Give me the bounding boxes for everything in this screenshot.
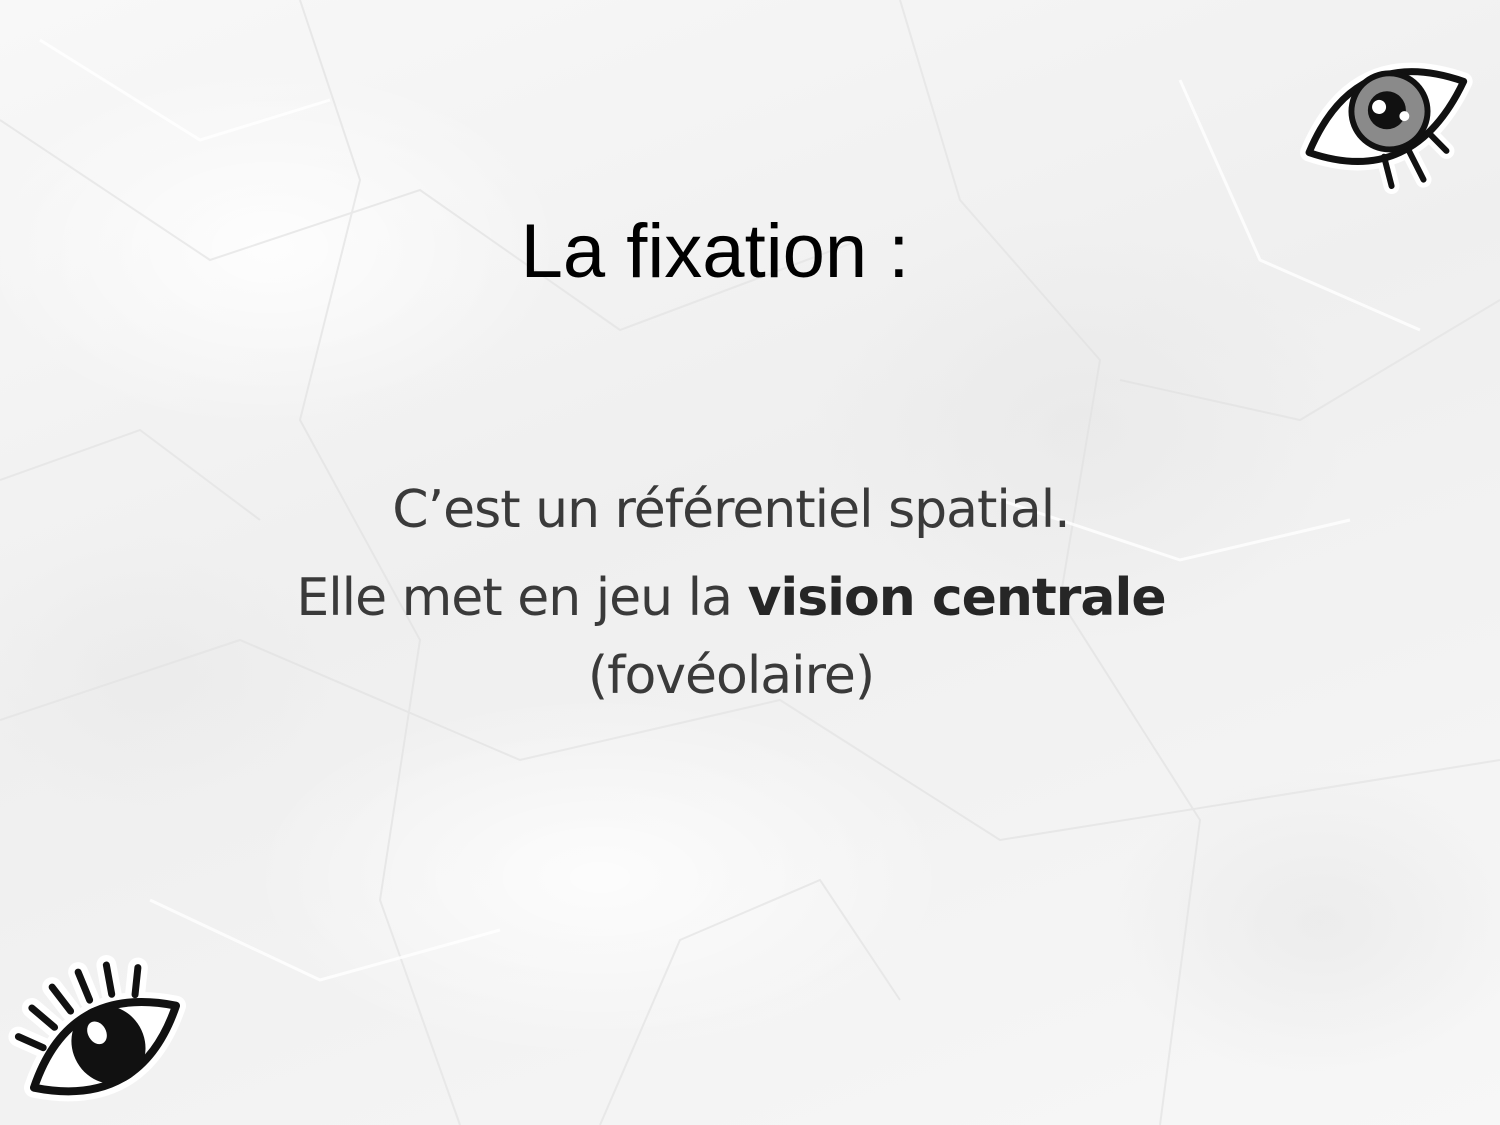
emphasis-vision-centrale: vision centrale	[747, 568, 1166, 628]
eye-sticker-icon	[1300, 62, 1473, 194]
body-line-1: C’est un référentiel spatial.	[392, 480, 1070, 540]
body-line-3: (fovéolaire)	[587, 646, 875, 706]
body-line-2: Elle met en jeu la vision centrale	[0, 554, 1462, 642]
slide: { "slide": { "title": "La fixation :", "…	[0, 0, 1500, 1125]
eyelash-eye-sticker-icon	[8, 955, 187, 1102]
slide-title: La fixation :	[520, 209, 910, 294]
body-line-2-text: Elle met en jeu la	[296, 568, 748, 628]
slide-body: C’est un référentiel spatial. Elle met e…	[0, 466, 1462, 720]
